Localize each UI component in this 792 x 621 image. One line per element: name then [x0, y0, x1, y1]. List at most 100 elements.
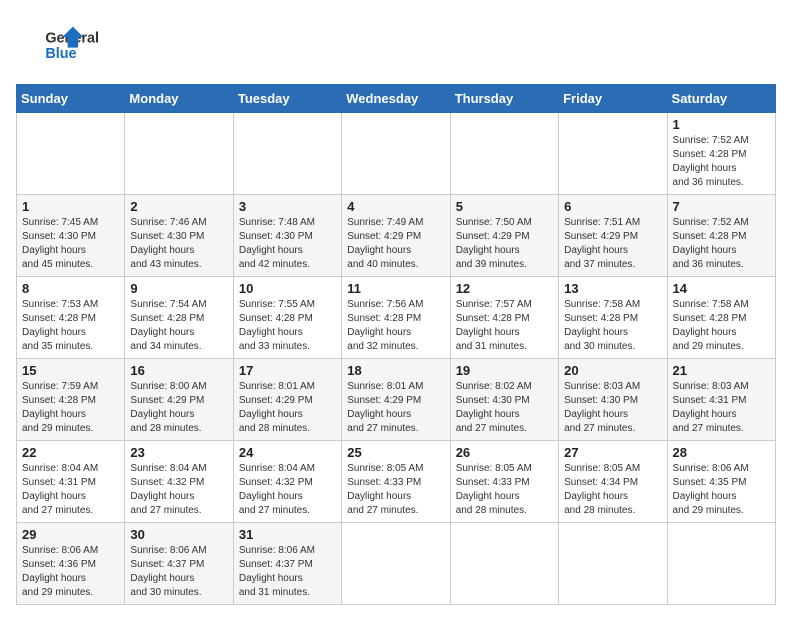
day-info: Sunrise: 8:06 AM Sunset: 4:36 PM Dayligh…	[22, 544, 119, 600]
day-info: Sunrise: 8:03 AM Sunset: 4:30 PM Dayligh…	[564, 380, 661, 436]
calendar-cell: 15 Sunrise: 7:59 AM Sunset: 4:28 PM Dayl…	[17, 359, 125, 441]
calendar-cell: 30 Sunrise: 8:06 AM Sunset: 4:37 PM Dayl…	[125, 523, 233, 605]
calendar-cell	[233, 113, 341, 195]
calendar-cell	[125, 113, 233, 195]
calendar-cell: 4 Sunrise: 7:49 AM Sunset: 4:29 PM Dayli…	[342, 195, 450, 277]
day-info: Sunrise: 8:05 AM Sunset: 4:33 PM Dayligh…	[347, 462, 444, 518]
day-info: Sunrise: 7:58 AM Sunset: 4:28 PM Dayligh…	[673, 298, 770, 354]
col-header-friday: Friday	[559, 85, 667, 113]
day-info: Sunrise: 8:01 AM Sunset: 4:29 PM Dayligh…	[347, 380, 444, 436]
calendar-week-row: 1 Sunrise: 7:45 AM Sunset: 4:30 PM Dayli…	[17, 195, 776, 277]
calendar-cell: 5 Sunrise: 7:50 AM Sunset: 4:29 PM Dayli…	[450, 195, 558, 277]
day-info: Sunrise: 7:46 AM Sunset: 4:30 PM Dayligh…	[130, 216, 227, 272]
calendar-cell: 16 Sunrise: 8:00 AM Sunset: 4:29 PM Dayl…	[125, 359, 233, 441]
calendar-week-row: 15 Sunrise: 7:59 AM Sunset: 4:28 PM Dayl…	[17, 359, 776, 441]
calendar-cell: 7 Sunrise: 7:52 AM Sunset: 4:28 PM Dayli…	[667, 195, 775, 277]
day-number: 9	[130, 281, 227, 296]
day-info: Sunrise: 7:50 AM Sunset: 4:29 PM Dayligh…	[456, 216, 553, 272]
svg-text:Blue: Blue	[45, 46, 76, 62]
day-number: 24	[239, 445, 336, 460]
calendar-cell	[342, 113, 450, 195]
day-number: 14	[673, 281, 770, 296]
day-number: 20	[564, 363, 661, 378]
calendar-cell: 8 Sunrise: 7:53 AM Sunset: 4:28 PM Dayli…	[17, 277, 125, 359]
calendar-cell: 6 Sunrise: 7:51 AM Sunset: 4:29 PM Dayli…	[559, 195, 667, 277]
day-info: Sunrise: 7:57 AM Sunset: 4:28 PM Dayligh…	[456, 298, 553, 354]
day-info: Sunrise: 7:51 AM Sunset: 4:29 PM Dayligh…	[564, 216, 661, 272]
day-number: 6	[564, 199, 661, 214]
calendar-cell	[559, 113, 667, 195]
day-number: 1	[673, 117, 770, 132]
col-header-monday: Monday	[125, 85, 233, 113]
day-number: 12	[456, 281, 553, 296]
calendar-header-row: SundayMondayTuesdayWednesdayThursdayFrid…	[17, 85, 776, 113]
calendar-cell	[342, 523, 450, 605]
logo-icon: General Blue	[20, 24, 110, 66]
day-info: Sunrise: 8:04 AM Sunset: 4:32 PM Dayligh…	[239, 462, 336, 518]
day-number: 8	[22, 281, 119, 296]
calendar-cell	[17, 113, 125, 195]
calendar-cell: 26 Sunrise: 8:05 AM Sunset: 4:33 PM Dayl…	[450, 441, 558, 523]
calendar-cell: 10 Sunrise: 7:55 AM Sunset: 4:28 PM Dayl…	[233, 277, 341, 359]
day-number: 19	[456, 363, 553, 378]
col-header-wednesday: Wednesday	[342, 85, 450, 113]
day-info: Sunrise: 7:53 AM Sunset: 4:28 PM Dayligh…	[22, 298, 119, 354]
calendar-cell: 17 Sunrise: 8:01 AM Sunset: 4:29 PM Dayl…	[233, 359, 341, 441]
day-number: 7	[673, 199, 770, 214]
day-number: 31	[239, 527, 336, 542]
col-header-sunday: Sunday	[17, 85, 125, 113]
calendar-cell: 27 Sunrise: 8:05 AM Sunset: 4:34 PM Dayl…	[559, 441, 667, 523]
calendar-cell: 24 Sunrise: 8:04 AM Sunset: 4:32 PM Dayl…	[233, 441, 341, 523]
day-info: Sunrise: 8:06 AM Sunset: 4:37 PM Dayligh…	[239, 544, 336, 600]
day-info: Sunrise: 7:52 AM Sunset: 4:28 PM Dayligh…	[673, 134, 770, 190]
day-info: Sunrise: 8:05 AM Sunset: 4:33 PM Dayligh…	[456, 462, 553, 518]
day-number: 17	[239, 363, 336, 378]
calendar-cell: 29 Sunrise: 8:06 AM Sunset: 4:36 PM Dayl…	[17, 523, 125, 605]
day-info: Sunrise: 8:05 AM Sunset: 4:34 PM Dayligh…	[564, 462, 661, 518]
calendar-cell: 9 Sunrise: 7:54 AM Sunset: 4:28 PM Dayli…	[125, 277, 233, 359]
day-number: 22	[22, 445, 119, 460]
calendar-week-row: 22 Sunrise: 8:04 AM Sunset: 4:31 PM Dayl…	[17, 441, 776, 523]
day-info: Sunrise: 8:03 AM Sunset: 4:31 PM Dayligh…	[673, 380, 770, 436]
calendar-cell: 22 Sunrise: 8:04 AM Sunset: 4:31 PM Dayl…	[17, 441, 125, 523]
page-header: General Blue	[16, 16, 776, 74]
day-number: 26	[456, 445, 553, 460]
calendar-cell: 18 Sunrise: 8:01 AM Sunset: 4:29 PM Dayl…	[342, 359, 450, 441]
calendar-cell: 3 Sunrise: 7:48 AM Sunset: 4:30 PM Dayli…	[233, 195, 341, 277]
calendar-cell: 19 Sunrise: 8:02 AM Sunset: 4:30 PM Dayl…	[450, 359, 558, 441]
calendar-week-row: 29 Sunrise: 8:06 AM Sunset: 4:36 PM Dayl…	[17, 523, 776, 605]
day-number: 27	[564, 445, 661, 460]
day-info: Sunrise: 8:00 AM Sunset: 4:29 PM Dayligh…	[130, 380, 227, 436]
day-info: Sunrise: 8:06 AM Sunset: 4:35 PM Dayligh…	[673, 462, 770, 518]
day-info: Sunrise: 7:55 AM Sunset: 4:28 PM Dayligh…	[239, 298, 336, 354]
calendar-cell: 31 Sunrise: 8:06 AM Sunset: 4:37 PM Dayl…	[233, 523, 341, 605]
col-header-thursday: Thursday	[450, 85, 558, 113]
day-number: 29	[22, 527, 119, 542]
calendar-cell: 25 Sunrise: 8:05 AM Sunset: 4:33 PM Dayl…	[342, 441, 450, 523]
day-info: Sunrise: 7:54 AM Sunset: 4:28 PM Dayligh…	[130, 298, 227, 354]
calendar-table: SundayMondayTuesdayWednesdayThursdayFrid…	[16, 84, 776, 605]
calendar-cell: 12 Sunrise: 7:57 AM Sunset: 4:28 PM Dayl…	[450, 277, 558, 359]
day-number: 21	[673, 363, 770, 378]
calendar-cell: 23 Sunrise: 8:04 AM Sunset: 4:32 PM Dayl…	[125, 441, 233, 523]
day-info: Sunrise: 7:56 AM Sunset: 4:28 PM Dayligh…	[347, 298, 444, 354]
day-number: 10	[239, 281, 336, 296]
day-number: 4	[347, 199, 444, 214]
calendar-cell	[450, 113, 558, 195]
calendar-week-row: 8 Sunrise: 7:53 AM Sunset: 4:28 PM Dayli…	[17, 277, 776, 359]
day-info: Sunrise: 7:52 AM Sunset: 4:28 PM Dayligh…	[673, 216, 770, 272]
day-info: Sunrise: 8:02 AM Sunset: 4:30 PM Dayligh…	[456, 380, 553, 436]
calendar-cell: 13 Sunrise: 7:58 AM Sunset: 4:28 PM Dayl…	[559, 277, 667, 359]
calendar-cell	[667, 523, 775, 605]
calendar-week-row: 1 Sunrise: 7:52 AM Sunset: 4:28 PM Dayli…	[17, 113, 776, 195]
day-number: 23	[130, 445, 227, 460]
day-number: 25	[347, 445, 444, 460]
day-info: Sunrise: 7:45 AM Sunset: 4:30 PM Dayligh…	[22, 216, 119, 272]
day-info: Sunrise: 8:04 AM Sunset: 4:31 PM Dayligh…	[22, 462, 119, 518]
calendar-cell: 1 Sunrise: 7:52 AM Sunset: 4:28 PM Dayli…	[667, 113, 775, 195]
col-header-tuesday: Tuesday	[233, 85, 341, 113]
day-info: Sunrise: 7:59 AM Sunset: 4:28 PM Dayligh…	[22, 380, 119, 436]
calendar-cell: 21 Sunrise: 8:03 AM Sunset: 4:31 PM Dayl…	[667, 359, 775, 441]
calendar-cell: 11 Sunrise: 7:56 AM Sunset: 4:28 PM Dayl…	[342, 277, 450, 359]
calendar-cell: 28 Sunrise: 8:06 AM Sunset: 4:35 PM Dayl…	[667, 441, 775, 523]
